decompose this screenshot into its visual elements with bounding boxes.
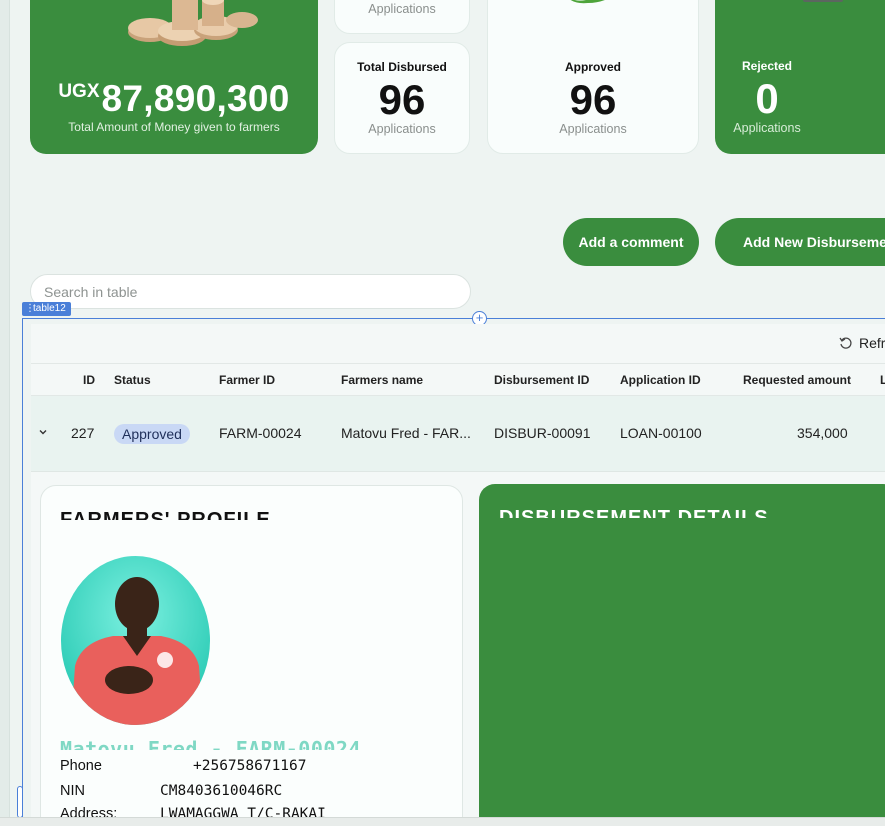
cell-id: 227 — [71, 425, 95, 441]
chevron-down-icon[interactable] — [37, 426, 49, 438]
applications-card-partial: Applications — [334, 0, 470, 34]
add-comment-button[interactable]: Add a comment — [563, 218, 699, 266]
column-header-application-id[interactable]: Application ID — [620, 373, 701, 387]
disbursement-details-title: DISBURSEMENT DETAILS — [499, 507, 769, 518]
column-header-id[interactable]: ID — [83, 373, 95, 387]
refresh-label: Refr — [859, 335, 885, 351]
total-amount: UGX87,890,300 — [30, 78, 318, 120]
cell-farmer-id: FARM-00024 — [219, 425, 302, 441]
cell-farmer-name: Matovu Fred - FAR... — [341, 425, 471, 441]
rejected-icon — [803, 0, 843, 2]
rejected-value: 0 — [755, 75, 779, 122]
farmer-profile-card: FARMERS' PROFILE Matovu Fred - FARM-0002… — [40, 485, 463, 826]
applications-caption: Applications — [368, 2, 436, 16]
leaf-icon — [570, 0, 605, 4]
status-badge: Approved — [114, 424, 190, 444]
phone-value: +256758671167 — [193, 758, 307, 774]
disbursement-details-card: DISBURSEMENT DETAILS — [479, 484, 885, 826]
total-disbursed-value: 96 — [378, 76, 426, 123]
column-header-farmers-name[interactable]: Farmers name — [341, 373, 423, 387]
profile-title: FARMERS' PROFILE — [60, 509, 271, 520]
rejected-card: Rejected 0 Applications — [715, 0, 885, 154]
approved-title: Approved — [564, 60, 621, 74]
approved-card: Approved 96 Applications — [487, 0, 699, 154]
nin-value: CM8403610046RC — [160, 783, 283, 799]
column-header-status[interactable]: Status — [114, 373, 151, 387]
cell-requested-amount: 354,000 — [797, 425, 848, 441]
column-header-truncated[interactable]: L — [880, 373, 885, 387]
bottom-scrollbar[interactable] — [0, 817, 885, 826]
column-header-requested-amount[interactable]: Requested amount — [743, 373, 851, 387]
total-amount-caption: Total Amount of Money given to farmers — [68, 120, 280, 134]
add-new-disbursement-button[interactable]: Add New Disburseme — [715, 218, 885, 266]
total-amount-card: UGX87,890,300 Total Amount of Money give… — [30, 0, 318, 154]
cell-disbursement-id: DISBUR-00091 — [494, 425, 591, 441]
approved-caption: Applications — [559, 122, 627, 136]
refresh-button[interactable]: Refr — [839, 335, 885, 351]
approved-value: 96 — [569, 76, 617, 123]
table-selection-tag[interactable]: table12 — [22, 302, 71, 316]
avatar — [61, 556, 210, 725]
left-rail — [0, 0, 23, 826]
table-header: ID Status Farmer ID Farmers name Disburs… — [31, 364, 885, 396]
farmer-name: Matovu Fred - FARM-00024 — [60, 738, 361, 750]
refresh-icon — [839, 337, 852, 349]
currency-label: UGX — [58, 81, 100, 102]
column-header-disbursement-id[interactable]: Disbursement ID — [494, 373, 589, 387]
total-disbursed-title: Total Disbursed — [357, 60, 447, 74]
total-disbursed-card: Total Disbursed 96 Applications — [334, 42, 470, 154]
nin-label: NIN — [60, 783, 85, 799]
rejected-title: Rejected — [741, 59, 793, 73]
search-input[interactable] — [30, 274, 471, 309]
table-row[interactable]: 227 Approved FARM-00024 Matovu Fred - FA… — [31, 396, 885, 472]
rejected-caption: Applications — [733, 121, 801, 135]
column-header-farmer-id[interactable]: Farmer ID — [219, 373, 275, 387]
total-amount-value: 87,890,300 — [101, 78, 290, 119]
cell-application-id: LOAN-00100 — [620, 425, 702, 441]
phone-label: Phone — [60, 758, 102, 774]
coins-icon — [128, 0, 258, 46]
table-toolbar: Refr — [31, 324, 885, 364]
total-disbursed-caption: Applications — [368, 122, 436, 136]
